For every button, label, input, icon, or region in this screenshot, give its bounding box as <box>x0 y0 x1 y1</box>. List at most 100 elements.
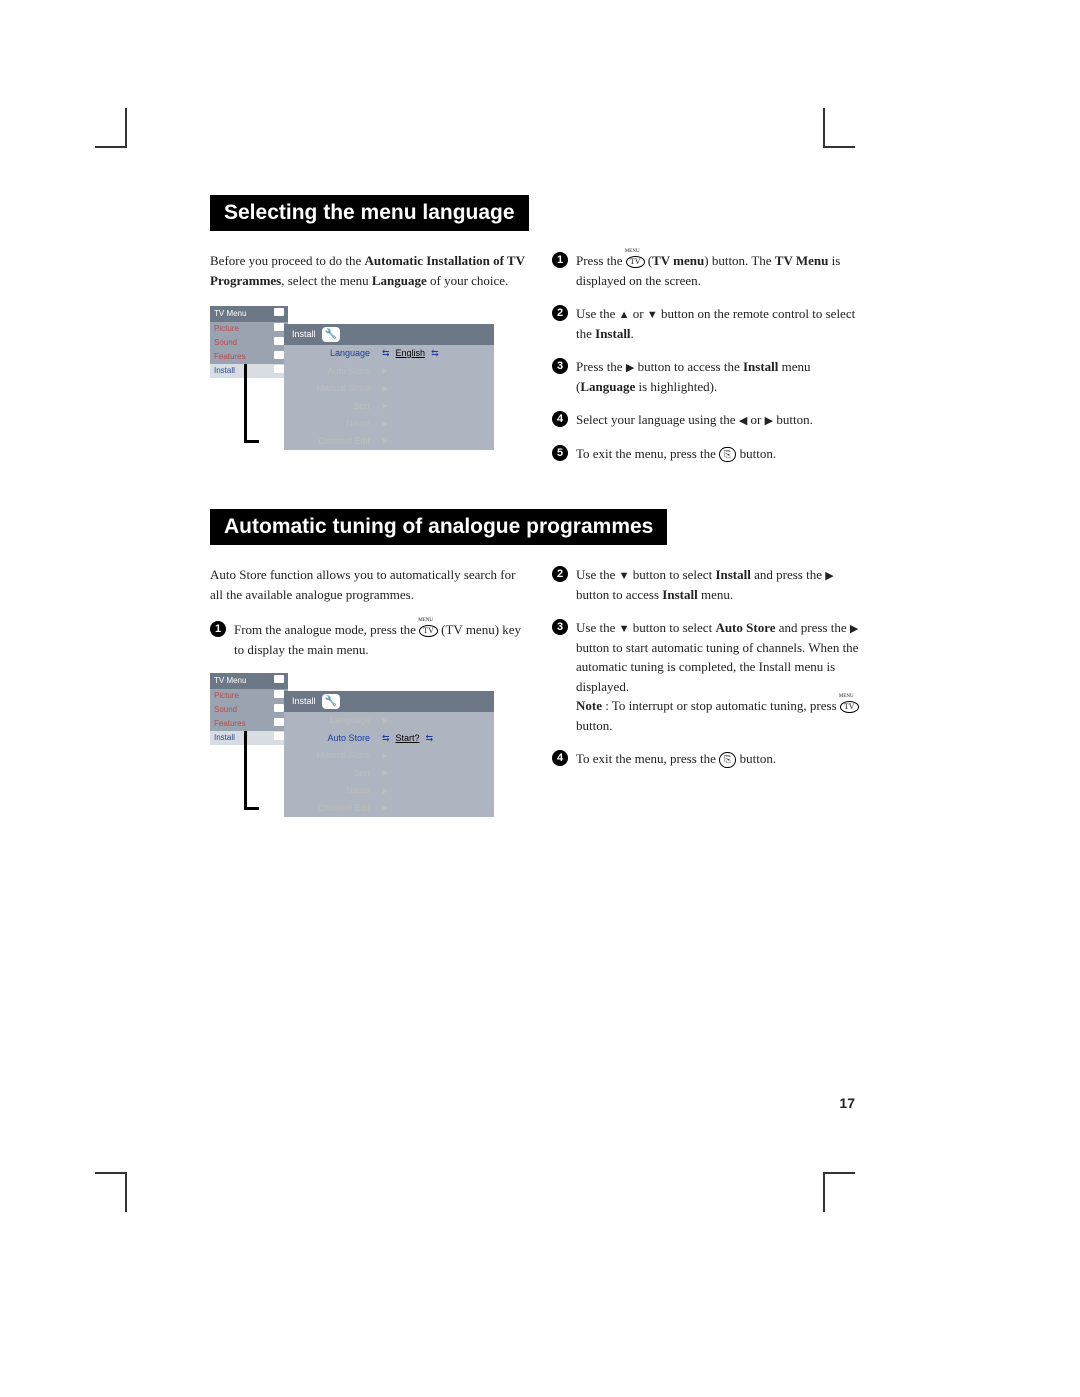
chev-icon: ▶ <box>382 715 388 727</box>
osd-item: Features <box>214 351 246 363</box>
up-arrow-icon: ▲ <box>619 309 630 321</box>
lr-icon: ⇆ <box>382 732 390 746</box>
crop-mark-br <box>823 1172 855 1212</box>
step-2-icon: 2 <box>552 566 568 582</box>
section1-left-col: Before you proceed to do the Automatic I… <box>210 251 528 477</box>
lr-icon: ⇆ <box>431 347 439 361</box>
chev-icon: ▶ <box>382 435 388 447</box>
chev-icon: ▶ <box>382 400 388 412</box>
crop-mark-tl <box>95 108 127 148</box>
osd-item: Sound <box>214 704 237 716</box>
mini-icon <box>274 718 284 726</box>
step-4-icon: 4 <box>552 750 568 766</box>
wrench-icon: 🔧 <box>322 694 340 709</box>
step-4-icon: 4 <box>552 411 568 427</box>
osd-sub-title: Install <box>292 328 316 342</box>
down-arrow-icon: ▼ <box>619 623 630 635</box>
down-arrow-icon: ▼ <box>647 309 658 321</box>
osd-sub-title: Install <box>292 695 316 709</box>
osd-row: Name <box>296 784 370 798</box>
step-5-icon: 5 <box>552 445 568 461</box>
section2-title: Automatic tuning of analogue programmes <box>210 509 667 545</box>
crop-mark-bl <box>95 1172 127 1212</box>
chev-icon: ▶ <box>382 785 388 797</box>
t: Language <box>372 273 427 288</box>
mini-icon <box>274 732 284 740</box>
osd-menu-2: TV Menu Picture Sound Features Install I… <box>210 673 528 833</box>
wrench-icon: 🔧 <box>322 327 340 342</box>
step-4: To exit the menu, press the ⎘ button. <box>576 749 870 769</box>
osd-value: Start? <box>396 732 420 746</box>
osd-main-title: TV Menu <box>214 308 246 320</box>
osd-main-title: TV Menu <box>214 675 246 687</box>
crop-mark-tr <box>823 108 855 148</box>
mini-icon <box>274 337 284 345</box>
osd-row: Channel Edit <box>296 435 370 449</box>
osd-item: Picture <box>214 323 239 335</box>
step-3-icon: 3 <box>552 358 568 374</box>
osd-row: Sort <box>296 767 370 781</box>
osd-row: Manual Store <box>296 749 370 763</box>
section1-intro: Before you proceed to do the Automatic I… <box>210 251 528 290</box>
right-arrow-icon: ▶ <box>825 570 833 582</box>
osd-connector <box>244 364 259 443</box>
step-2-icon: 2 <box>552 305 568 321</box>
tv-menu-icon: TV <box>419 625 438 637</box>
mini-icon <box>274 690 284 698</box>
section2-intro: Auto Store function allows you to automa… <box>210 565 528 604</box>
tv-menu-icon: TV <box>840 701 859 713</box>
osd-row: Name <box>296 417 370 431</box>
osd-sub: Install 🔧 Language ▶ Auto Store ⇆ Start? ⇆ Ma… <box>284 691 494 817</box>
osd-row: Language <box>296 347 370 361</box>
osd-item: Picture <box>214 690 239 702</box>
step-3-icon: 3 <box>552 619 568 635</box>
tv-menu-icon: TV <box>626 256 645 268</box>
step-2: Use the ▲ or ▼ button on the remote cont… <box>576 304 870 343</box>
osd-row: Manual Store <box>296 382 370 396</box>
section1-right-col: 1 Press the TV (TV menu) button. The TV M… <box>552 251 870 477</box>
mini-icon <box>274 704 284 712</box>
step-2: Use the ▼ button to select Install and p… <box>576 565 870 604</box>
mini-icon <box>274 351 284 359</box>
step-1-icon: 1 <box>210 621 226 637</box>
osd-item: Features <box>214 718 246 730</box>
down-arrow-icon: ▼ <box>619 570 630 582</box>
tv-mini-icon <box>274 308 284 316</box>
right-arrow-icon: ▶ <box>765 415 773 427</box>
page-number: 17 <box>839 1095 855 1111</box>
osd-row: Channel Edit <box>296 802 370 816</box>
page-content: Selecting the menu language Before you p… <box>210 195 870 833</box>
lr-icon: ⇆ <box>426 732 434 746</box>
osd-row: Auto Store <box>296 365 370 379</box>
osd-row: Auto Store <box>296 732 370 746</box>
section2-left-col: Auto Store function allows you to automa… <box>210 565 528 833</box>
step-3: Use the ▼ button to select Auto Store an… <box>576 618 870 735</box>
osd-item: Sound <box>214 337 237 349</box>
osd-value: English <box>396 347 426 361</box>
osd-menu-1: TV Menu Picture Sound Features Install I… <box>210 306 528 466</box>
section1-title: Selecting the menu language <box>210 195 529 231</box>
right-arrow-icon: ▶ <box>850 623 858 635</box>
osd-row: Language <box>296 714 370 728</box>
osd-sub: Install 🔧 Language ⇆ English ⇆ Auto Store ▶ M… <box>284 324 494 450</box>
lr-icon: ⇆ <box>382 347 390 361</box>
chev-icon: ▶ <box>382 418 388 430</box>
step-5: To exit the menu, press the ⎘ button. <box>576 444 870 464</box>
t: , select the menu <box>281 273 372 288</box>
section2-right-col: 2 Use the ▼ button to select Install and … <box>552 565 870 833</box>
exit-icon: ⎘ <box>719 752 736 768</box>
tv-mini-icon <box>274 675 284 683</box>
chev-icon: ▶ <box>382 802 388 814</box>
chev-icon: ▶ <box>382 383 388 395</box>
osd-row: Sort <box>296 400 370 414</box>
step-1: From the analogue mode, press the TV (TV… <box>234 620 528 659</box>
chev-icon: ▶ <box>382 365 388 377</box>
exit-icon: ⎘ <box>719 447 736 463</box>
t: Before you proceed to do the <box>210 253 365 268</box>
step-1-icon: 1 <box>552 252 568 268</box>
osd-item-selected: Install <box>214 732 235 744</box>
t: of your choice. <box>427 273 509 288</box>
step-1: Press the TV (TV menu) button. The TV Me… <box>576 251 870 290</box>
step-4: Select your language using the ◀ or ▶ bu… <box>576 410 870 430</box>
osd-item-selected: Install <box>214 365 235 377</box>
